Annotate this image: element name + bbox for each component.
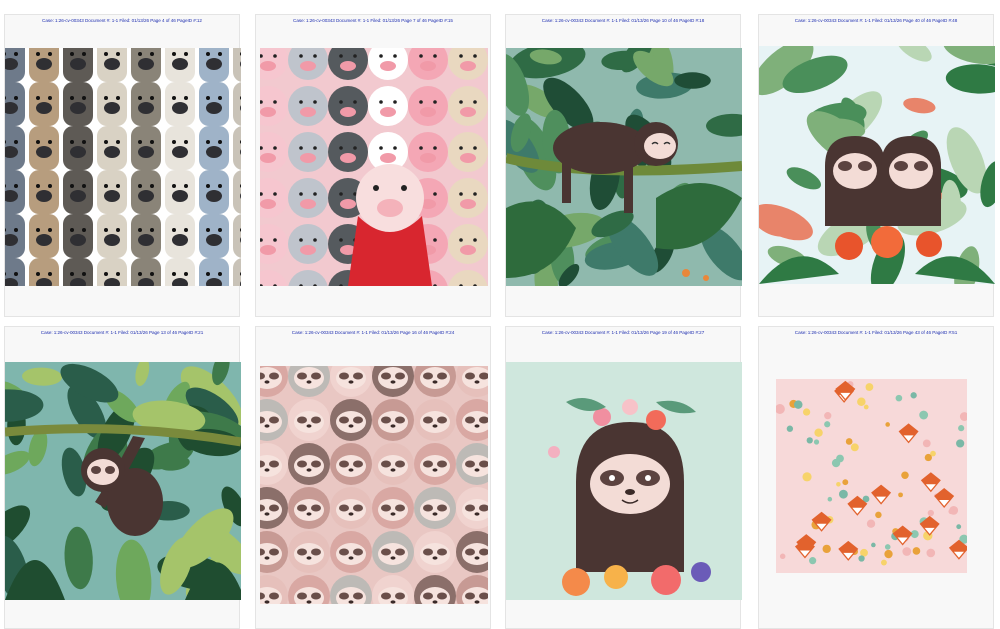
page-header: Case: 1:26-cv-00343 Document #: 1-1 File…: [794, 330, 958, 335]
document-page-1: Case: 1:26-cv-00343 Document #: 1-1 File…: [4, 14, 241, 317]
document-page-6: Case: 1:26-cv-00343 Document #: 1-1 File…: [255, 326, 491, 629]
document-page-2: Case: 1:26-cv-00343 Document #: 1-1 File…: [255, 14, 491, 317]
page-header: Case: 1:26-cv-00343 Document #: 1-1 File…: [541, 330, 705, 335]
document-page-5: Case: 1:26-cv-00343 Document #: 1-1 File…: [4, 326, 241, 629]
artwork-sloth-on-branch: [506, 48, 742, 286]
artwork-hanging-sloth: [5, 362, 241, 600]
artwork-sloths-pattern: [260, 366, 488, 604]
page-header: Case: 1:26-cv-00343 Document #: 1-1 File…: [293, 18, 453, 23]
artwork-two-sloths-flowers: [759, 46, 995, 284]
document-page-8: Case: 1:26-cv-00343 Document #: 1-1 File…: [758, 326, 994, 629]
page-header: Case: 1:26-cv-00343 Document #: 1-1 File…: [42, 18, 202, 23]
page-header: Case: 1:26-cv-00343 Document #: 1-1 File…: [794, 18, 958, 23]
page-header: Case: 1:26-cv-00343 Document #: 1-1 File…: [541, 18, 705, 23]
artwork-sloth-flower-crown: [506, 362, 742, 600]
page-header: Case: 1:26-cv-00343 Document #: 1-1 File…: [40, 330, 204, 335]
artwork-dogs-pattern: [5, 48, 241, 286]
document-page-3: Case: 1:26-cv-00343 Document #: 1-1 File…: [505, 14, 742, 317]
artwork-pigs-pattern: [260, 48, 488, 286]
page-header: Case: 1:26-cv-00343 Document #: 1-1 File…: [291, 330, 455, 335]
document-page-4: Case: 1:26-cv-00343 Document #: 1-1 File…: [758, 14, 995, 317]
document-page-7: Case: 1:26-cv-00343 Document #: 1-1 File…: [505, 326, 742, 629]
artwork-fox-floral-pattern: [776, 379, 967, 573]
